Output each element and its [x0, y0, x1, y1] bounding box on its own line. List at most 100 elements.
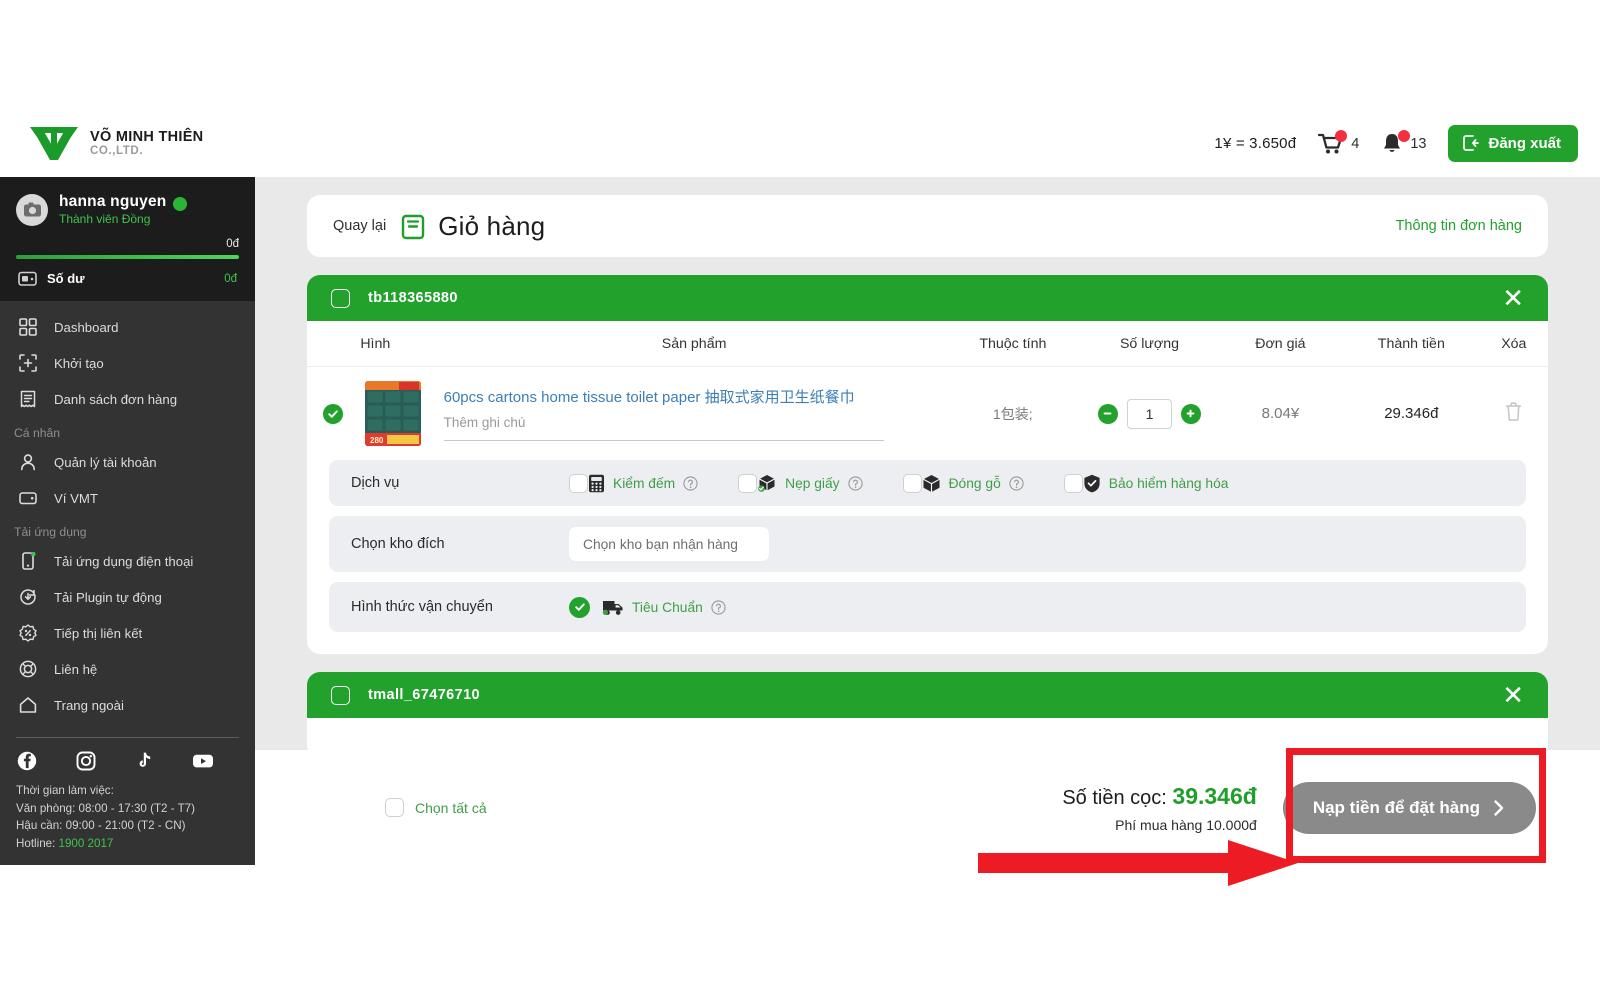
sidebar-item-label: Liên hệ	[54, 661, 98, 677]
cart-badge-dot	[1335, 130, 1348, 142]
shipping-row: Hình thức vận chuyển Tiêu Chuẩn	[329, 582, 1526, 632]
service-nep-giay[interactable]: Nẹp giấy	[757, 474, 863, 493]
instagram-icon[interactable]	[75, 750, 97, 772]
item-select-checkbox[interactable]	[323, 403, 343, 424]
sidebar-item-lien-he[interactable]: Liên hệ	[0, 651, 255, 687]
service-dong-go[interactable]: Đóng gỗ	[922, 474, 1024, 493]
user-role: Thành viên Đồng	[59, 212, 151, 226]
column-header: Sản phẩm	[443, 321, 945, 367]
sidebar-item-label: Tải Plugin tự động	[54, 589, 162, 605]
sidebar-item-label: Danh sách đơn hàng	[54, 391, 178, 407]
sidebar-nav: Dashboard Khởi tạo Danh sách đơn hàng Cá…	[0, 301, 255, 852]
trash-icon	[1506, 401, 1522, 421]
service-checkbox-kiem-dem[interactable]	[569, 473, 588, 493]
product-info-cell: 60pcs cartons home tissue toilet paper 抽…	[443, 367, 945, 461]
wallet-balance-icon	[18, 271, 37, 286]
note-placeholder: Thêm ghi chú	[443, 415, 526, 430]
service-kiem-dem[interactable]: Kiểm đếm	[588, 474, 698, 493]
home-icon	[18, 695, 38, 715]
notification-count: 13	[1410, 135, 1427, 152]
lifebuoy-icon	[18, 659, 38, 679]
hotline-number[interactable]: 1900 2017	[59, 837, 114, 850]
help-icon[interactable]	[683, 475, 698, 491]
service-checkbox-nep-giay[interactable]	[738, 473, 758, 493]
column-header: Xóa	[1479, 321, 1548, 367]
topup-to-order-button[interactable]: Nạp tiền để đặt hàng	[1282, 781, 1536, 834]
cart-button[interactable]: 4	[1318, 130, 1359, 155]
hotline-row: Hotline: 1900 2017	[16, 835, 239, 853]
check-icon	[574, 603, 585, 611]
quantity-decrease-button[interactable]	[1097, 403, 1118, 424]
service-checkbox-bao-hiem[interactable]	[1063, 473, 1083, 493]
back-link[interactable]: Quay lại	[333, 218, 386, 234]
order-list-icon	[18, 389, 38, 409]
camera-icon	[23, 202, 41, 217]
deposit-value: 39.346đ	[1172, 782, 1257, 809]
exchange-rate: 1¥ = 3.650đ	[1214, 135, 1297, 152]
help-icon[interactable]	[1009, 475, 1024, 491]
warehouse-row: Chọn kho đích Chọn kho bạn nhận hàng	[329, 516, 1526, 572]
sidebar-item-tai-plugin-tu-dong[interactable]: Tải Plugin tự động	[0, 579, 255, 615]
sidebar-item-dashboard[interactable]: Dashboard	[0, 309, 255, 345]
sidebar-item-trang-ngoai[interactable]: Trang ngoài	[0, 687, 255, 723]
balance-row[interactable]: Số dư 0đ	[16, 259, 239, 291]
sidebar-item-label: Quản lý tài khoản	[54, 454, 157, 470]
plus-frame-icon	[18, 353, 38, 373]
hours-title: Thời gian làm việc:	[16, 784, 114, 797]
notifications-button[interactable]: 13	[1381, 130, 1427, 155]
cart-box-icon	[400, 212, 426, 240]
wallet-icon	[18, 488, 38, 508]
page-header-card: Quay lại Giỏ hàng Thông tin đơn hàng	[307, 195, 1548, 257]
bottom-right-group: Số tiền cọc: 39.346đ Phí mua hàng 10.000…	[1062, 781, 1600, 834]
order-info-link[interactable]: Thông tin đơn hàng	[1396, 218, 1522, 234]
purchase-fee: Phí mua hàng 10.000đ	[1115, 816, 1257, 833]
logout-button[interactable]: Đăng xuất	[1448, 125, 1578, 162]
product-note-field[interactable]: Thêm ghi chú	[443, 414, 884, 441]
sidebar-item-vi-vmt[interactable]: Ví VMT	[0, 480, 255, 516]
mobile-icon	[18, 551, 38, 571]
select-all-group[interactable]: Chọn tất cả	[385, 798, 487, 817]
column-header: Thuộc tính	[944, 321, 1082, 367]
quantity-stepper	[1081, 398, 1218, 429]
balance-label: Số dư	[47, 271, 85, 286]
sidebar-group-apps: Tải ứng dụng	[14, 525, 87, 539]
sidebar-item-tai-ung-dung-dien-thoai[interactable]: Tải ứng dụng điện thoại	[0, 543, 255, 579]
top-header: VÕ MINH THIÊN CO.,LTD. 1¥ = 3.650đ 4 13 …	[0, 110, 1600, 177]
wood-box-icon	[922, 474, 940, 492]
sidebar-user[interactable]: hanna nguyen Thành viên Đồng	[16, 193, 239, 226]
close-icon[interactable]: ✕	[1502, 285, 1524, 311]
quantity-input[interactable]	[1126, 398, 1172, 429]
sidebar-item-quan-ly-tai-khoan[interactable]: Quản lý tài khoản	[0, 444, 255, 480]
chevron-right-icon	[1494, 799, 1504, 816]
box-strap-icon	[758, 474, 775, 492]
shop-select-checkbox[interactable]	[331, 685, 350, 705]
logout-icon	[1463, 135, 1480, 151]
select-all-checkbox[interactable]	[385, 798, 404, 817]
logout-label: Đăng xuất	[1488, 134, 1561, 152]
hours-logistics: Hậu cần: 09:00 - 21:00 (T2 - CN)	[16, 819, 186, 833]
youtube-icon[interactable]	[192, 750, 214, 772]
sidebar-item-tiep-thi-lien-ket[interactable]: Tiếp thị liên kết	[0, 615, 255, 651]
percent-badge-icon	[18, 623, 38, 643]
product-name-link[interactable]: 60pcs cartons home tissue toilet paper 抽…	[444, 386, 945, 407]
service-checkbox-dong-go[interactable]	[902, 473, 922, 493]
facebook-icon[interactable]	[16, 750, 38, 772]
order-summary: Số tiền cọc: 39.346đ Phí mua hàng 10.000…	[1062, 783, 1256, 833]
help-icon[interactable]	[847, 475, 863, 491]
warehouse-select[interactable]: Chọn kho bạn nhận hàng	[569, 527, 769, 561]
close-icon[interactable]: ✕	[1502, 682, 1524, 708]
company-logo[interactable]: VÕ MINH THIÊN CO.,LTD.	[28, 123, 203, 165]
shipping-option-tieu-chuan[interactable]: Tiêu Chuẩn	[602, 599, 726, 616]
shipping-selected-radio[interactable]	[569, 596, 590, 618]
working-hours: Thời gian làm việc: Văn phòng: 08:00 - 1…	[0, 776, 255, 852]
line-total: 29.346đ	[1384, 405, 1439, 422]
quantity-increase-button[interactable]	[1180, 403, 1201, 424]
help-icon[interactable]	[711, 599, 726, 615]
sidebar-item-danh-sach-don-hang[interactable]: Danh sách đơn hàng	[0, 381, 255, 417]
tiktok-icon[interactable]	[133, 750, 155, 772]
delete-item-button[interactable]	[1480, 367, 1548, 461]
service-bao-hiem[interactable]: Bảo hiểm hàng hóa	[1083, 474, 1228, 493]
sidebar-item-label: Tải ứng dụng điện thoại	[54, 553, 194, 569]
sidebar-item-khoi-tao[interactable]: Khởi tạo	[0, 345, 255, 381]
shop-select-checkbox[interactable]	[331, 288, 350, 308]
